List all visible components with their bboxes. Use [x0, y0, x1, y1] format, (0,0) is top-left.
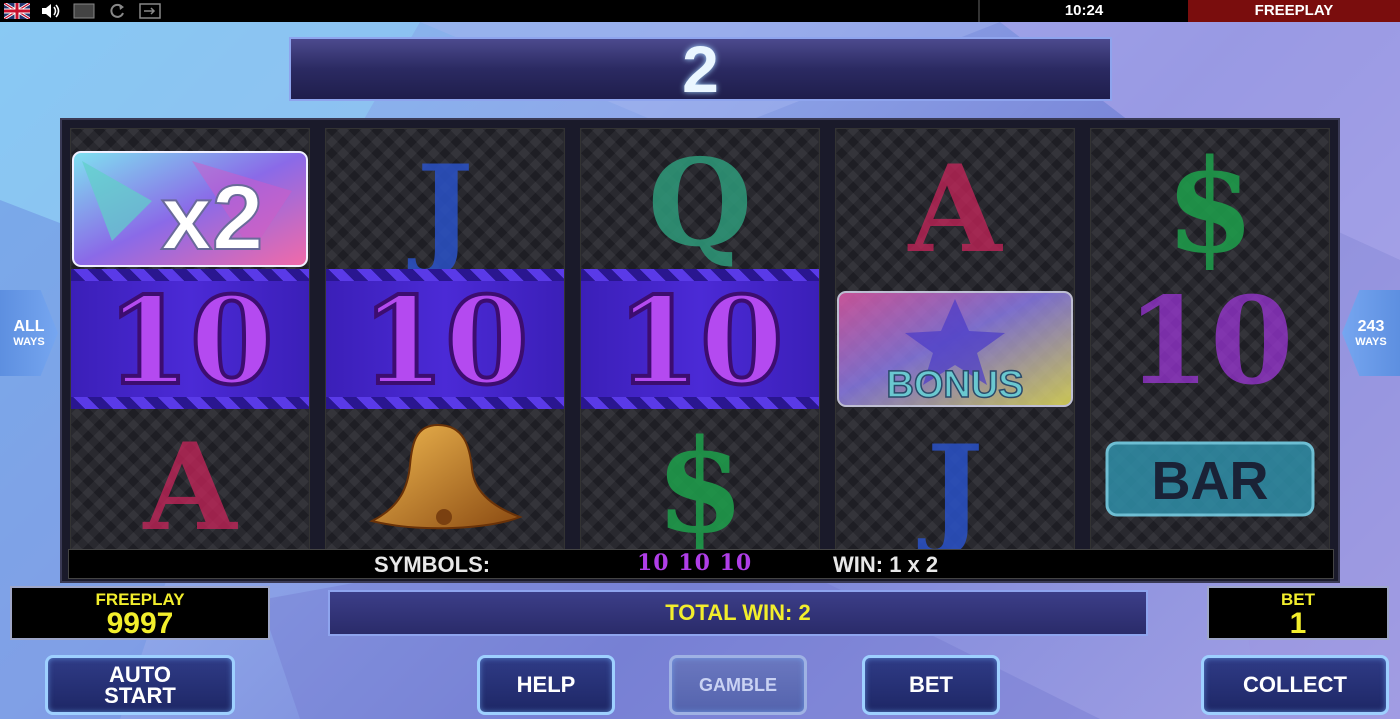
clock: 10:24 — [978, 0, 1188, 22]
dollar-symbol: $ — [1091, 129, 1329, 282]
ten-text: 10 — [1127, 271, 1294, 412]
bar-symbol: BAR — [1091, 409, 1329, 549]
balance-box: FREEPLAY 9997 — [10, 586, 270, 640]
bet-button[interactable]: BET — [862, 655, 1000, 715]
total-win: TOTAL WIN: 2 — [328, 590, 1148, 636]
dollar-text: $ — [655, 412, 744, 562]
win-counter: 2 — [289, 36, 1112, 102]
ways-left-label: ALL — [13, 318, 45, 335]
a-text: A — [142, 417, 238, 558]
q-symbol: Q — [581, 129, 819, 274]
j-text: J — [918, 419, 984, 560]
mode-indicator: FREEPLAY — [1188, 0, 1400, 22]
reload-icon[interactable] — [105, 3, 129, 19]
dollar-symbol: $ — [581, 409, 819, 562]
auto-start-button[interactable]: AUTO START — [45, 655, 235, 715]
reel-5: $ 10 BAR — [1090, 128, 1330, 550]
auto-start-line1: AUTO — [109, 662, 171, 687]
window-icon[interactable] — [138, 3, 162, 19]
uk-flag-icon[interactable] — [4, 3, 30, 19]
multiplier-text: x2 — [161, 167, 263, 269]
winning-symbols: 10 10 10 — [637, 550, 753, 576]
ten-symbol: 10 — [1091, 269, 1329, 412]
reel-1: x2 10 A — [70, 128, 310, 558]
ways-right-sub: WAYS — [1355, 336, 1387, 348]
reel-2: J 10 — [325, 128, 565, 550]
a-symbol: A — [71, 409, 309, 558]
j-symbol: J — [836, 409, 1074, 560]
ten-symbol: 10 — [71, 269, 309, 414]
reel-3: Q 10 $ — [580, 128, 820, 562]
a-symbol: A — [836, 129, 1074, 280]
balance-value: 9997 — [106, 607, 174, 640]
speaker-icon[interactable] — [38, 3, 64, 19]
j-text: J — [408, 139, 474, 280]
ten-symbol: 10 — [326, 269, 564, 414]
dollar-text: $ — [1165, 132, 1254, 282]
multiplier-x2-symbol: x2 — [71, 139, 309, 279]
ten-text: 10 — [107, 271, 274, 412]
collect-button[interactable]: COLLECT — [1201, 655, 1389, 715]
ways-left-sub: WAYS — [13, 336, 45, 348]
ten-text: 10 — [617, 271, 784, 412]
j-symbol: J — [326, 129, 564, 280]
ten-symbol: 10 — [581, 269, 819, 414]
bonus-symbol: BONUS — [836, 279, 1074, 419]
q-text: Q — [648, 133, 753, 274]
bonus-text: BONUS — [886, 364, 1023, 406]
auto-start-line2: START — [104, 683, 176, 708]
help-button[interactable]: HELP — [477, 655, 615, 715]
gamble-button[interactable]: GAMBLE — [669, 655, 807, 715]
system-bar: 10:24 FREEPLAY — [0, 0, 1400, 22]
reel-4: A BONUS J — [835, 128, 1075, 560]
ten-text: 10 — [362, 271, 529, 412]
fullscreen-icon[interactable] — [72, 3, 96, 19]
winning-symbols-bar: SYMBOLS: 10 10 10 WIN: 1 x 2 — [68, 549, 1334, 579]
symbols-label: SYMBOLS: — [374, 552, 491, 577]
bell-symbol — [326, 409, 564, 549]
bet-box: BET 1 — [1207, 586, 1389, 640]
ways-right-label: 243 — [1357, 318, 1385, 335]
bar-text: BAR — [1152, 451, 1269, 511]
win-detail: WIN: 1 x 2 — [833, 552, 939, 577]
reel-area: x2 10 A J 10 Q 10 $ A BONUS J $ 10 BAR — [60, 118, 1340, 583]
a-text: A — [907, 139, 1003, 280]
bet-value: 1 — [1289, 607, 1307, 640]
